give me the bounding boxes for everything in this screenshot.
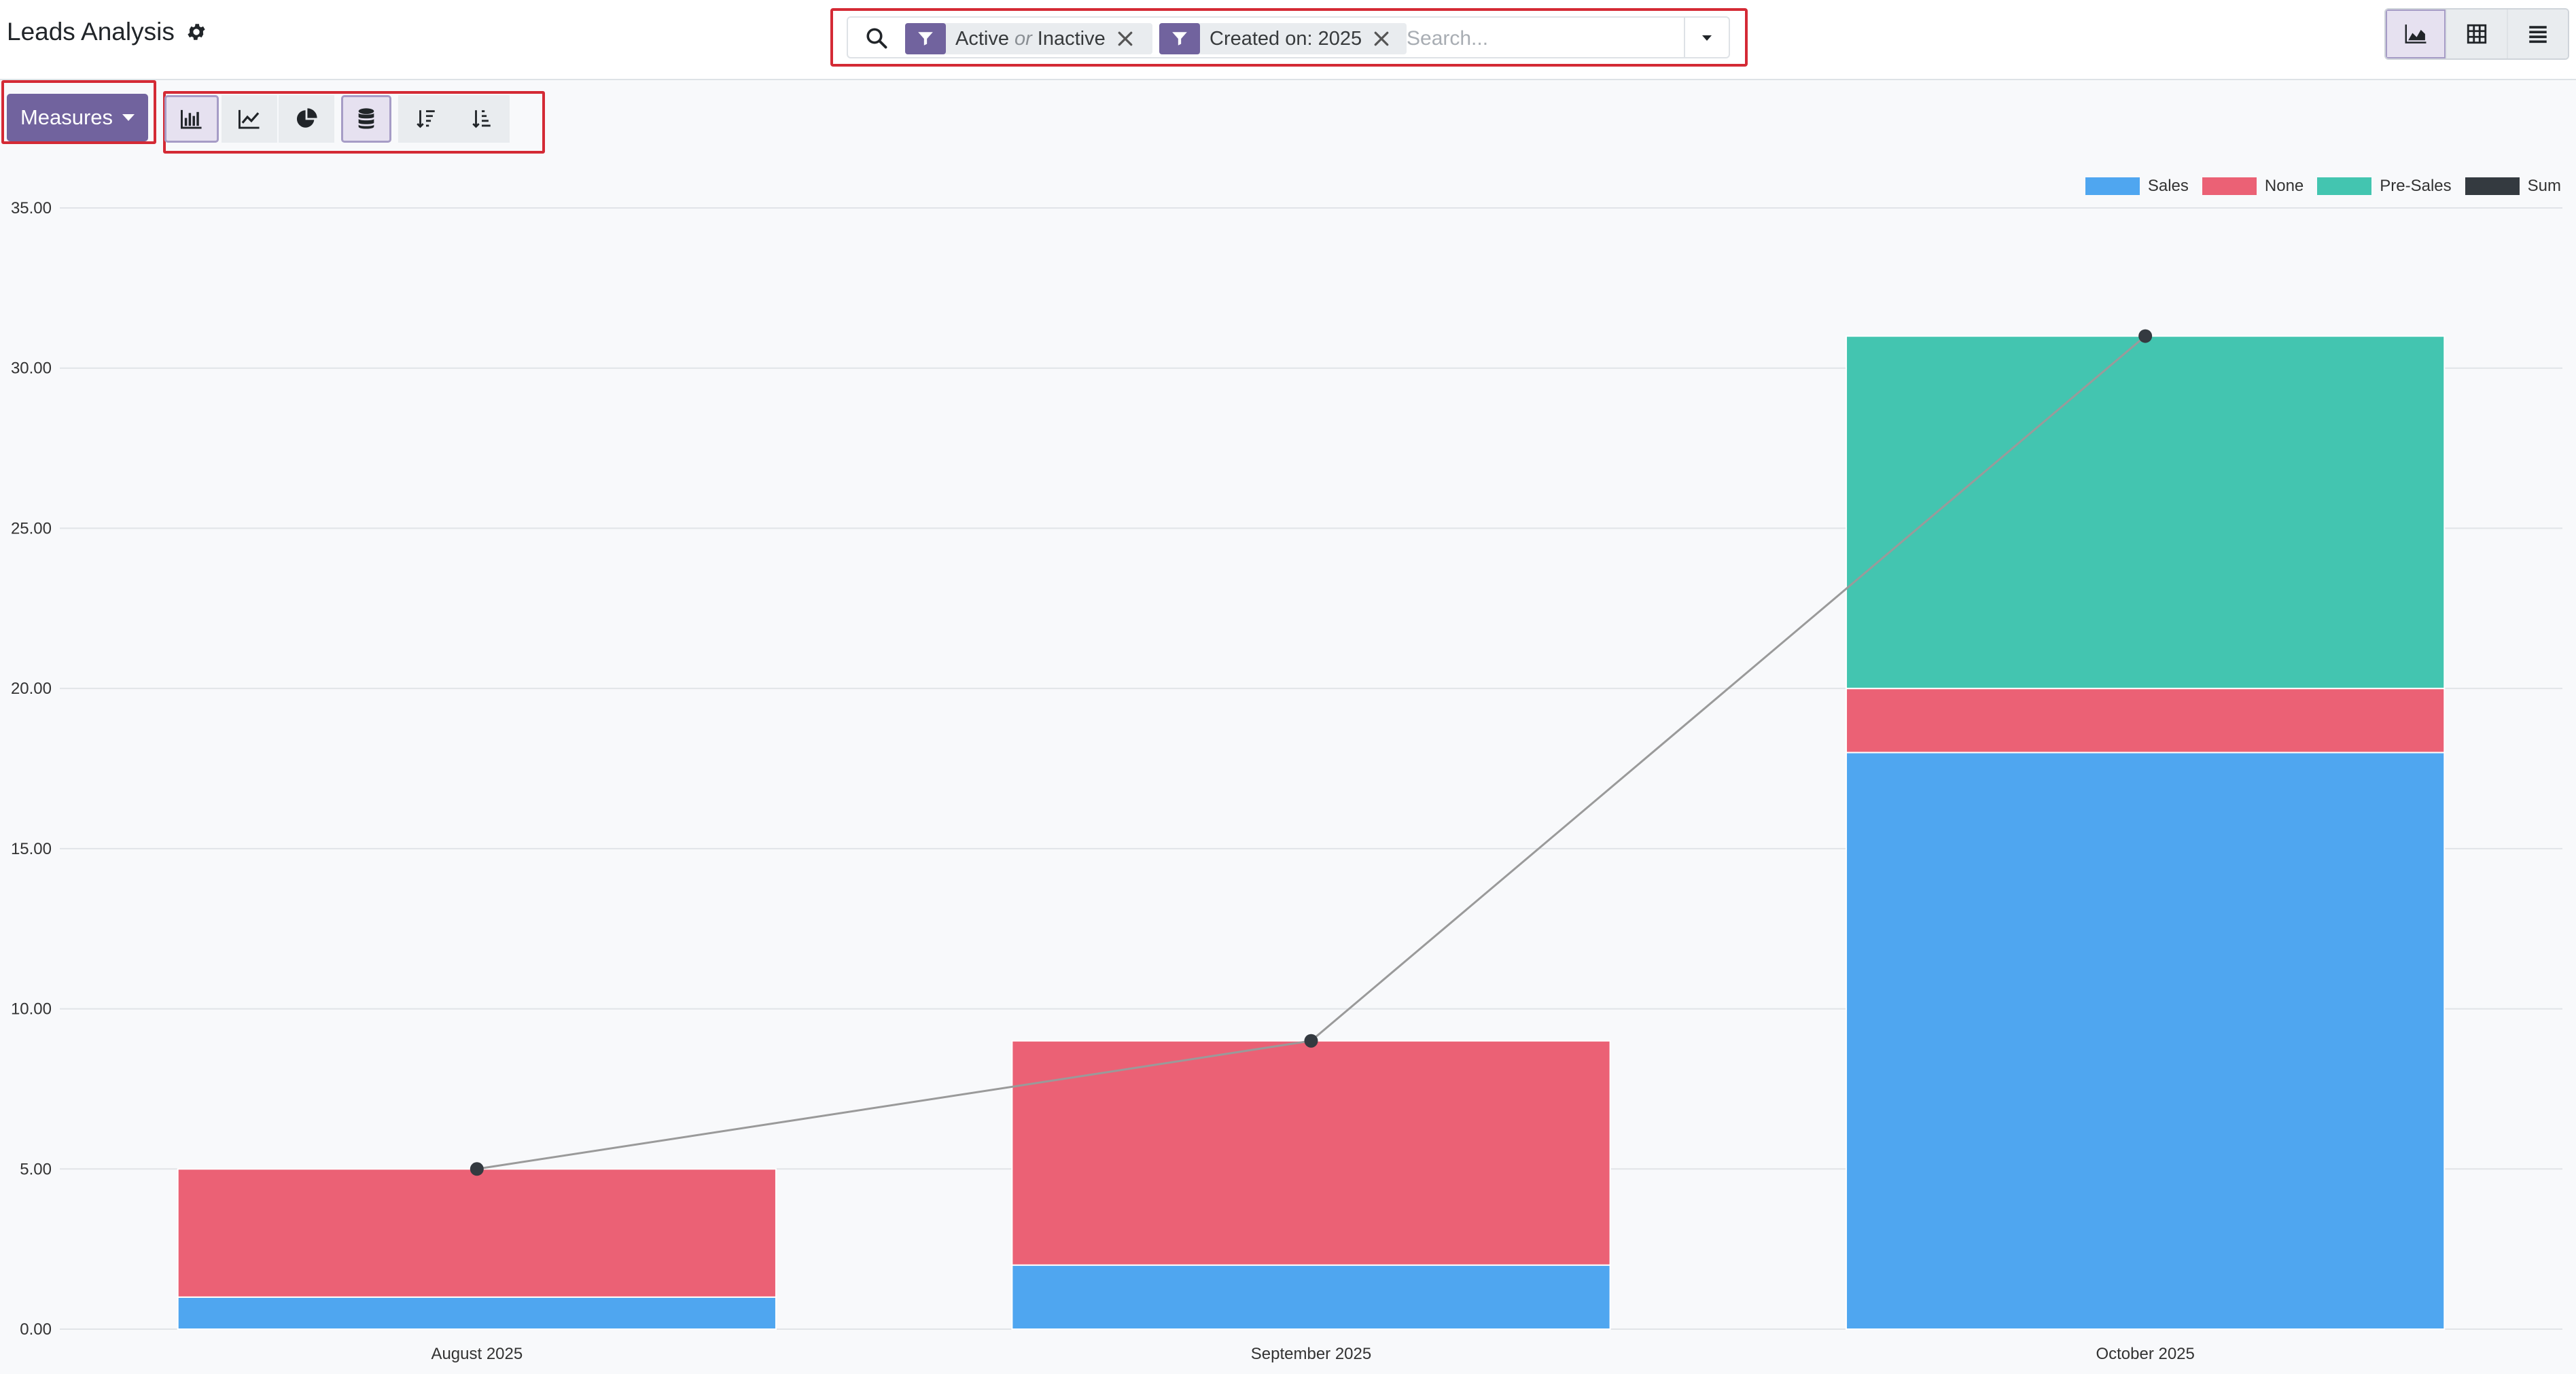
- sum-point: [1304, 1034, 1318, 1048]
- y-tick-label: 0.00: [20, 1320, 52, 1339]
- bar-chart-icon: [181, 109, 202, 129]
- sort-descending-button[interactable]: [398, 95, 454, 143]
- page-title-group: Leads Analysis: [7, 18, 207, 46]
- y-tick-label: 10.00: [11, 1000, 52, 1019]
- sort-descending-icon: [417, 110, 435, 128]
- filter-icon: [1159, 23, 1200, 54]
- list-view-button[interactable]: [2507, 10, 2568, 58]
- page-title: Leads Analysis: [7, 18, 175, 46]
- bar-none: [1846, 688, 2446, 754]
- line-chart-button[interactable]: [222, 95, 277, 143]
- y-tick-label: 5.00: [20, 1160, 52, 1178]
- measures-label: Measures: [20, 105, 113, 129]
- sort-ascending-icon: [472, 110, 491, 128]
- pivot-view-button[interactable]: [2446, 10, 2507, 58]
- facet-label: Created on: 2025: [1210, 27, 1362, 50]
- y-tick-label: 25.00: [11, 519, 52, 538]
- database-stack-icon: [358, 108, 374, 129]
- graph-view-button[interactable]: [2386, 10, 2446, 58]
- x-tick-label: September 2025: [1251, 1345, 1371, 1363]
- y-tick-label: 20.00: [11, 680, 52, 698]
- gear-icon[interactable]: [186, 21, 207, 43]
- close-icon[interactable]: [1371, 29, 1392, 49]
- y-tick-label: 30.00: [11, 359, 52, 378]
- x-tick-label: August 2025: [431, 1345, 523, 1363]
- filter-icon: [905, 23, 946, 54]
- bar-sales: [177, 1296, 777, 1331]
- stacked-toggle-button[interactable]: [341, 95, 391, 143]
- search-facet-active[interactable]: Active or Inactive: [905, 23, 1152, 54]
- facet-label: Active or Inactive: [955, 27, 1106, 50]
- pie-chart-icon: [296, 108, 317, 128]
- sum-point: [470, 1162, 484, 1176]
- bar-chart: 0.00 5.00 10.00 15.00 20.00 25.00 30.00 35.00 Au…: [11, 199, 2562, 1363]
- y-tick-label: 35.00: [11, 199, 52, 217]
- search-input[interactable]: [1405, 23, 1680, 54]
- sum-point: [2138, 329, 2153, 343]
- area-chart-icon: [2405, 24, 2427, 43]
- list-icon: [2529, 26, 2547, 43]
- view-switcher: [2384, 8, 2569, 60]
- control-panel-header: Leads Analysis Active or Inactive Create…: [0, 0, 2576, 80]
- y-tick-label: 15.00: [11, 840, 52, 858]
- bar-none: [1011, 1040, 1611, 1266]
- bar-chart-button[interactable]: [164, 95, 219, 143]
- bar-sales: [1011, 1264, 1611, 1330]
- caret-down-icon: [1702, 35, 1712, 41]
- close-icon[interactable]: [1115, 29, 1135, 49]
- search-icon[interactable]: [864, 26, 889, 50]
- sort-ascending-button[interactable]: [454, 95, 510, 143]
- line-chart-icon: [239, 109, 260, 129]
- caret-down-icon: [122, 114, 135, 121]
- bar-sales: [1846, 752, 2446, 1330]
- search-options-toggle[interactable]: [1684, 18, 1729, 57]
- search-facet-created-on[interactable]: Created on: 2025: [1159, 23, 1407, 54]
- search-bar[interactable]: Active or Inactive Created on: 2025: [847, 16, 1730, 58]
- search-highlight-box: Active or Inactive Created on: 2025: [830, 8, 1748, 67]
- measures-dropdown-button[interactable]: Measures: [7, 94, 148, 141]
- x-tick-label: October 2025: [2096, 1345, 2194, 1363]
- bar-none: [177, 1168, 777, 1298]
- pie-chart-button[interactable]: [279, 95, 334, 143]
- table-grid-icon: [2467, 24, 2487, 44]
